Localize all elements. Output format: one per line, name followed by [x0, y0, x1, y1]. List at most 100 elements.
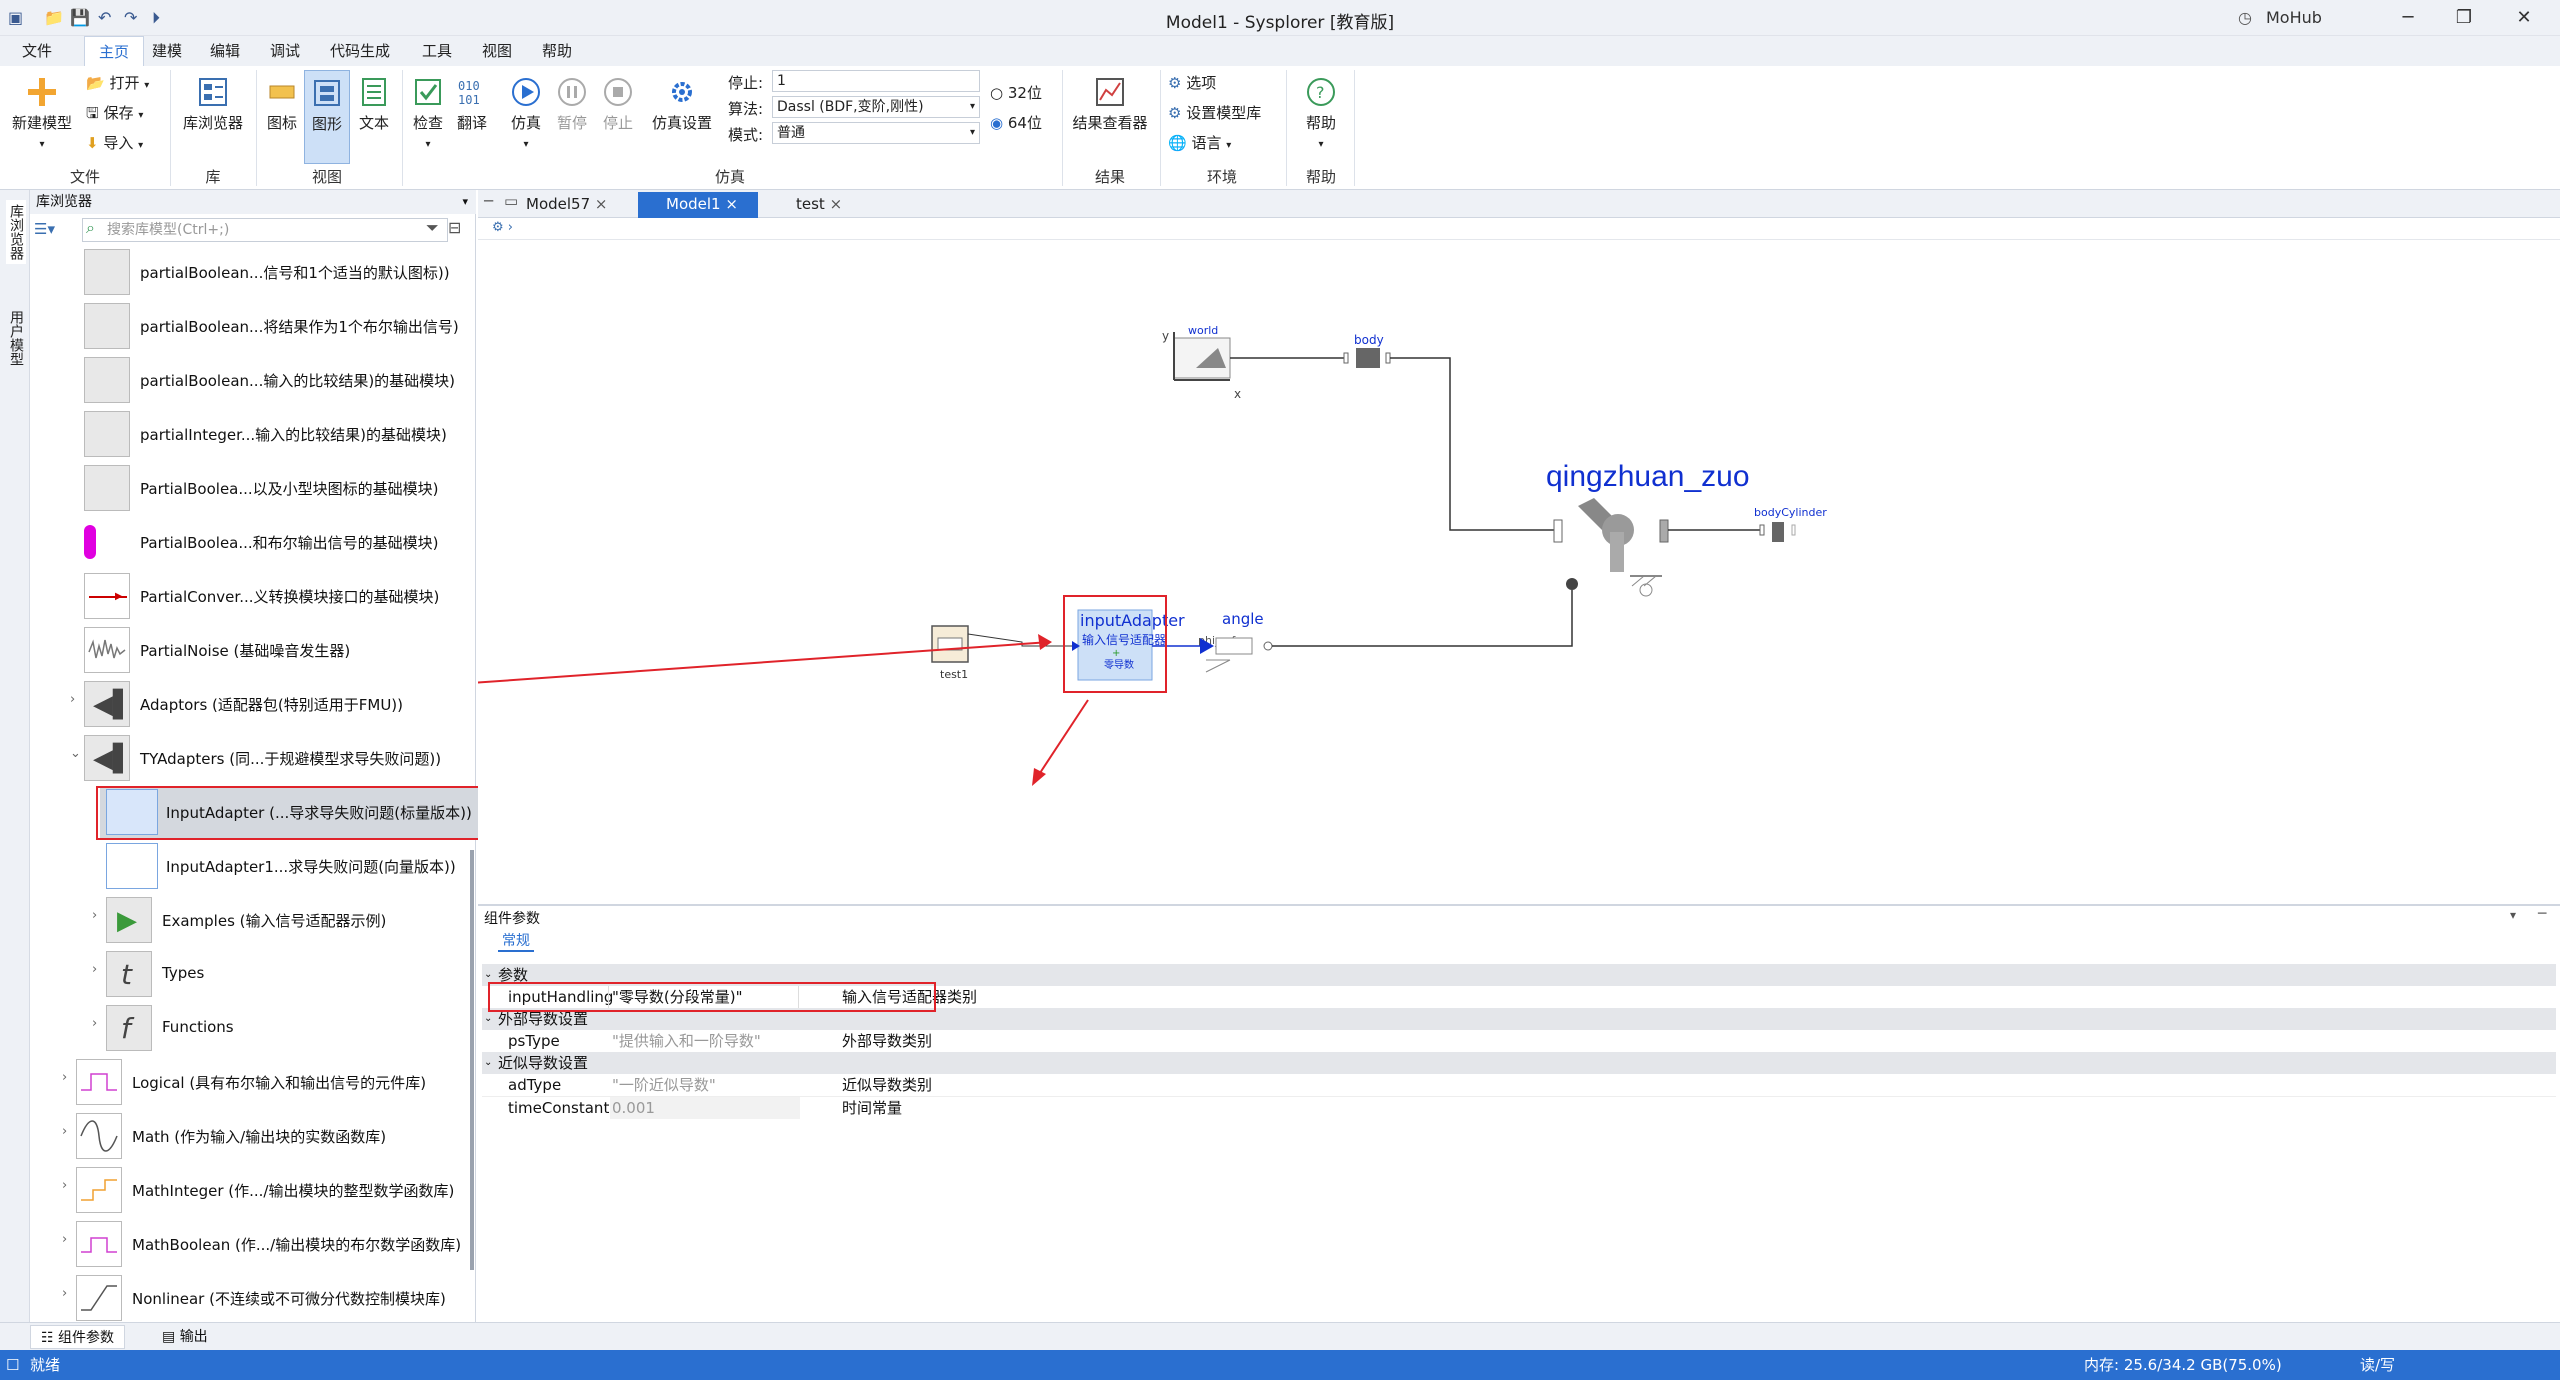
stop-time-input[interactable]: 1 [772, 70, 980, 92]
library-search-input[interactable]: 搜索库模型(Ctrl+;) [82, 218, 448, 242]
menu-home[interactable]: 主页 [84, 36, 144, 67]
param-row-timeconstant[interactable]: timeConstant 0.001 时间常量 [482, 1096, 2556, 1119]
revolute-joint-component[interactable]: qingzhuan_zuo [1546, 460, 1750, 597]
sim-settings-button[interactable]: 仿真设置 [646, 76, 718, 133]
close-icon[interactable]: × [595, 195, 608, 213]
close-button[interactable]: ✕ [2496, 2, 2552, 34]
language-button[interactable]: 🌐 语言 ▾ [1168, 132, 1231, 153]
side-tab-user-models[interactable]: 用户模型 [6, 310, 26, 366]
input-adapter-label: inputAdapter [1080, 611, 1185, 630]
angle-source-component[interactable]: angle phi_ref [1198, 610, 1273, 673]
model-thumbnail [84, 249, 130, 295]
tab-model57[interactable]: Model57 × [498, 192, 628, 218]
body-component[interactable]: body [1343, 333, 1391, 368]
stop-button[interactable]: 停止 [598, 76, 638, 133]
chevron-right-icon[interactable]: › [62, 1124, 67, 1139]
user-menu[interactable]: MoHub [2266, 8, 2322, 27]
menu-codegen[interactable]: 代码生成 [324, 36, 396, 66]
library-browser-button[interactable]: 库浏览器 [178, 76, 248, 133]
collapse-icon[interactable]: ⊟ [448, 218, 461, 237]
model-thumbnail [84, 411, 130, 457]
chevron-right-icon[interactable]: › [62, 1070, 67, 1085]
side-tab-library[interactable]: 库浏览器 [6, 200, 26, 264]
pause-button[interactable]: 暂停 [552, 76, 592, 133]
diagram-canvas[interactable]: y x world body qingzhuan_zuo bodyCylinde… [478, 240, 2560, 902]
close-icon[interactable]: × [725, 195, 738, 213]
menu-debug[interactable]: 调试 [264, 36, 306, 66]
model-thumbnail [84, 303, 130, 349]
library-scrollbar[interactable] [470, 850, 474, 1270]
tab-model1[interactable]: Model1 × [638, 192, 758, 218]
minimize-button[interactable]: ─ [2380, 2, 2436, 34]
menu-modeling[interactable]: 建模 [146, 36, 188, 66]
param-row-pstype[interactable]: psType "提供输入和一阶导数" 外部导数类别 [482, 1030, 2556, 1052]
close-icon[interactable]: × [830, 195, 843, 213]
minimize-panel-icon[interactable]: ─ [2538, 906, 2546, 922]
list-view-icon[interactable]: ☰▾ [34, 220, 55, 238]
status-icon: ☐ [6, 1356, 20, 1374]
tab-menu-icon[interactable]: ─ [484, 192, 493, 210]
menu-file[interactable]: 文件 [16, 36, 58, 66]
group-help-label: 帮助 [1305, 168, 1336, 186]
chevron-down-icon[interactable]: ▾ [2510, 908, 2516, 922]
logical-icon [76, 1059, 122, 1105]
options-button[interactable]: ⚙ 选项 [1168, 72, 1216, 93]
radio-64bit[interactable]: ◉ 64位 [990, 112, 1042, 133]
chevron-right-icon[interactable]: › [62, 1232, 67, 1247]
algorithm-select[interactable]: Dassl (BDF,变阶,刚性) ▾ [772, 96, 980, 118]
chevron-right-icon[interactable]: › [92, 1016, 97, 1031]
chevron-right-icon[interactable]: › [62, 1286, 67, 1301]
breadcrumb-home-icon[interactable]: ⚙ › [492, 220, 513, 235]
chevron-down-icon[interactable]: ⌄ [70, 746, 81, 761]
simulate-button[interactable]: 仿真 ▾ [506, 76, 546, 151]
tab-test[interactable]: test × [768, 192, 868, 218]
radio-empty-icon: ○ [990, 84, 1004, 102]
save-button[interactable]: 🖫 保存 ▾ [86, 102, 143, 128]
param-row-adtype[interactable]: adType "一阶近似导数" 近似导数类别 [482, 1074, 2556, 1096]
model-editor: ─ ▭ Model57 × Model1 × test × ⚙ › y x wo… [478, 190, 2560, 902]
params-group-header[interactable]: ⌄ 近似导数设置 [482, 1052, 2556, 1074]
input-adapter-component[interactable]: inputAdapter 输入信号适配器 + 零导数 [1072, 609, 1185, 681]
check-button[interactable]: 检查 ▾ [408, 76, 448, 151]
help-icon: ? [1307, 78, 1335, 106]
chevron-right-icon[interactable]: › [70, 692, 75, 707]
read-write-mode: 读/写 [2360, 1356, 2396, 1374]
menu-edit[interactable]: 编辑 [204, 36, 246, 66]
maximize-button[interactable]: ❐ [2436, 2, 2492, 34]
menu-view[interactable]: 视图 [476, 36, 518, 66]
result-viewer-button[interactable]: 结果查看器 [1068, 76, 1152, 133]
chevron-down-icon[interactable]: ▾ [462, 190, 468, 214]
bottom-tab-output[interactable]: ▤ 输出 [152, 1325, 218, 1349]
test1-component[interactable]: test1 [931, 625, 969, 681]
world-component[interactable]: y x world [1162, 324, 1241, 401]
connection-line[interactable] [1272, 590, 1573, 647]
translate-button[interactable]: 010 101 翻译 [452, 76, 492, 133]
import-button[interactable]: ⬇ 导入 ▾ [86, 132, 143, 153]
filter-icon[interactable]: ⏷ [426, 218, 439, 238]
icon-view-button[interactable]: 图标 [262, 76, 302, 133]
mode-label: 模式: [728, 126, 764, 144]
mode-select[interactable]: 普通 ▾ [772, 122, 980, 144]
body-cylinder-component[interactable]: bodyCylinder [1754, 506, 1827, 542]
open-button[interactable]: 📂 打开 ▾ [86, 72, 149, 93]
bottom-tab-params[interactable]: ☷ 组件参数 [30, 1325, 126, 1349]
math-icon [76, 1113, 122, 1159]
radio-32bit[interactable]: ○ 32位 [990, 82, 1042, 103]
gear-icon [672, 82, 692, 102]
params-tab-general[interactable]: 常规 [498, 930, 534, 952]
new-model-button[interactable]: 新建模型 ▾ [8, 76, 76, 151]
text-view-button[interactable]: 文本 [352, 76, 396, 133]
chevron-right-icon[interactable]: › [92, 962, 97, 977]
examples-play-icon: ▶ [106, 897, 152, 943]
connection-line[interactable] [1390, 357, 1554, 531]
set-library-button[interactable]: ⚙ 设置模型库 [1168, 102, 1261, 123]
diagram-view-button[interactable]: 图形 [304, 70, 350, 164]
divider [1286, 70, 1287, 186]
status-bar: ☐ 就绪 内存: 25.6/34.2 GB(75.0%) 读/写 [0, 1350, 2560, 1380]
menu-help[interactable]: 帮助 [536, 36, 578, 66]
help-button[interactable]: ? 帮助 ▾ [1296, 76, 1346, 151]
chevron-right-icon[interactable]: › [62, 1178, 67, 1193]
chevron-right-icon[interactable]: › [92, 908, 97, 923]
menu-tools[interactable]: 工具 [416, 36, 458, 66]
side-strip: 库浏览器 用户模型 [0, 190, 30, 1350]
